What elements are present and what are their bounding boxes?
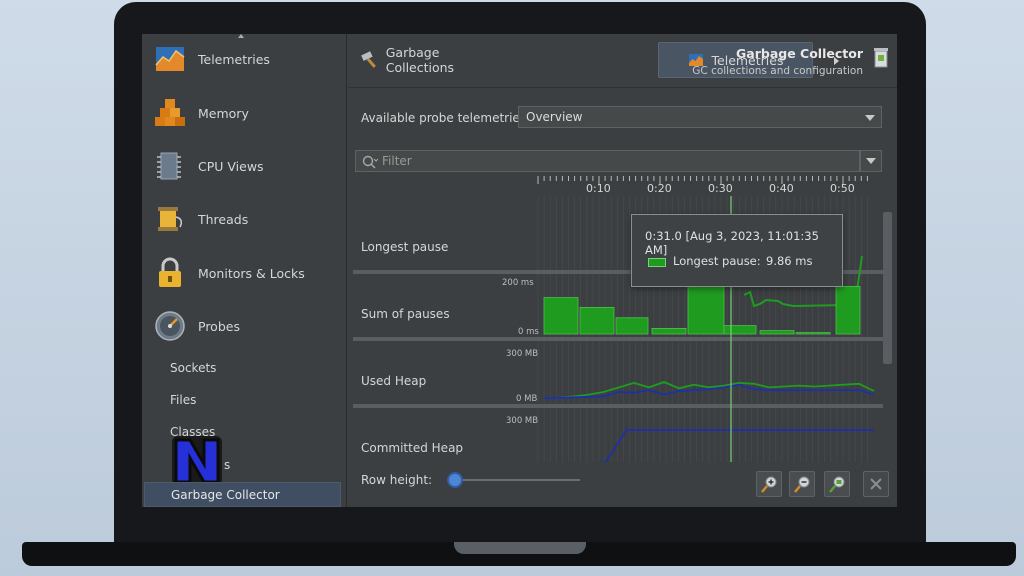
tab-label: Garbage Collections (385, 45, 455, 75)
sidebar-item-label: Probes (198, 318, 240, 334)
chevron-down-icon (865, 115, 875, 121)
screen: Telemetries Memory CPU Views Threads Mon… (142, 34, 897, 507)
sidebar-sub-item-partial[interactable]: s (224, 458, 230, 472)
sidebar-item-label: Monitors & Locks (198, 265, 305, 281)
sum-of-pauses-bar (579, 306, 615, 335)
main-panel: Garbage Collections Telemetries Garbage … (348, 34, 897, 507)
sidebar-item-memory[interactable]: Memory (142, 90, 347, 136)
filter-input[interactable]: Filter (355, 150, 860, 172)
fit-zoom-button[interactable] (824, 471, 850, 497)
sum-of-pauses-bar (795, 332, 831, 335)
tooltip-series-name: Longest pause: (673, 254, 761, 268)
sum-of-pauses-bar (687, 280, 725, 335)
tick-label: 0:40 (769, 182, 794, 195)
row-separator (353, 337, 883, 341)
tooltip-value: 9.86 ms (766, 254, 813, 268)
channel-logo (172, 436, 222, 486)
memory-blocks-icon (155, 99, 185, 126)
zoom-in-button[interactable] (756, 471, 782, 497)
row-label-sum-of-pauses: Sum of pauses (361, 307, 450, 321)
zoom-fit-icon (829, 476, 845, 493)
sidebar-item-label: Telemetries (198, 51, 270, 67)
tick-label: 0:10 (586, 182, 611, 195)
filter-placeholder: Filter (382, 154, 412, 168)
tick-label: 0:20 (647, 182, 672, 195)
chevron-down-icon (866, 158, 876, 164)
sidebar-item-threads[interactable]: Threads (142, 196, 347, 242)
axis-label-sum-top: 200 ms (502, 278, 534, 288)
sidebar-sub-item-sockets[interactable]: Sockets (170, 361, 216, 375)
view-subtitle: GC collections and configuration (692, 65, 863, 77)
telemetry-chart-icon (155, 47, 185, 71)
probe-gauge-icon (155, 311, 185, 341)
tooltip-legend-swatch (648, 258, 666, 267)
probe-telemetries-label: Available probe telemetries: (361, 111, 531, 125)
sum-of-pauses-bar (615, 317, 649, 335)
sidebar-item-label: Threads (198, 211, 249, 227)
zoom-out-button[interactable] (789, 471, 815, 497)
hammer-icon (361, 51, 376, 68)
sum-of-pauses-bar (835, 286, 861, 335)
sidebar-item-label: CPU Views (198, 158, 264, 174)
sidebar: Telemetries Memory CPU Views Threads Mon… (142, 34, 347, 507)
sidebar-item-label: Memory (198, 105, 249, 121)
sum-of-pauses-bar (759, 330, 795, 335)
row-height-slider-track[interactable] (448, 479, 580, 481)
row-height-slider-thumb[interactable] (446, 472, 463, 488)
cpu-chip-icon (157, 152, 181, 180)
axis-label-used-top: 300 MB (506, 349, 539, 359)
sum-of-pauses-bar (723, 325, 757, 335)
axis-label-used-bottom: 0 MB (516, 394, 538, 404)
filter-dropdown-button[interactable] (860, 150, 882, 172)
row-height-label: Row height: (361, 473, 433, 487)
tab-garbage-collections[interactable]: Garbage Collections (360, 42, 510, 78)
tooltip-time: 0:31.0 [Aug 3, 2023, 11:01:35 AM] (645, 229, 819, 257)
laptop-notch (454, 542, 586, 554)
probe-telemetries-dropdown[interactable]: Overview (518, 106, 882, 128)
row-label-committed-heap: Committed Heap (361, 441, 464, 455)
zoom-in-icon (761, 476, 777, 493)
tab-bar: Garbage Collections Telemetries Garbage … (348, 34, 897, 88)
sidebar-item-telemetries[interactable]: Telemetries (142, 36, 347, 82)
zoom-out-icon (794, 476, 810, 493)
axis-label-sum-bottom: 0 ms (518, 327, 539, 337)
row-separator (353, 404, 883, 408)
tick-label: 0:30 (708, 182, 733, 195)
padlock-icon (159, 257, 181, 287)
sum-of-pauses-bar (543, 297, 579, 335)
sidebar-item-cpu-views[interactable]: CPU Views (142, 143, 347, 189)
trash-can-icon[interactable] (873, 46, 889, 68)
threads-spool-icon (158, 207, 183, 231)
sidebar-sub-item-files[interactable]: Files (170, 393, 196, 407)
dropdown-value: Overview (526, 110, 583, 124)
close-icon (870, 478, 882, 490)
sidebar-item-label: Garbage Collector (171, 488, 280, 502)
sidebar-item-probes[interactable]: Probes (142, 303, 347, 349)
row-label-used-heap: Used Heap (361, 374, 427, 388)
sidebar-item-garbage-collector[interactable]: Garbage Collector (144, 482, 341, 507)
sidebar-item-monitors-locks[interactable]: Monitors & Locks (142, 250, 347, 296)
hover-tooltip: 0:31.0 [Aug 3, 2023, 11:01:35 AM] Longes… (631, 214, 843, 287)
search-icon (362, 155, 378, 169)
timeline-scrollbar[interactable] (883, 212, 892, 364)
view-title: Garbage Collector (736, 46, 863, 61)
close-button[interactable] (863, 471, 889, 497)
tick-label: 0:50 (830, 182, 855, 195)
axis-label-committed-top: 300 MB (506, 416, 539, 426)
row-label-longest-pause: Longest pause (361, 240, 449, 254)
sum-of-pauses-bar (651, 327, 687, 335)
